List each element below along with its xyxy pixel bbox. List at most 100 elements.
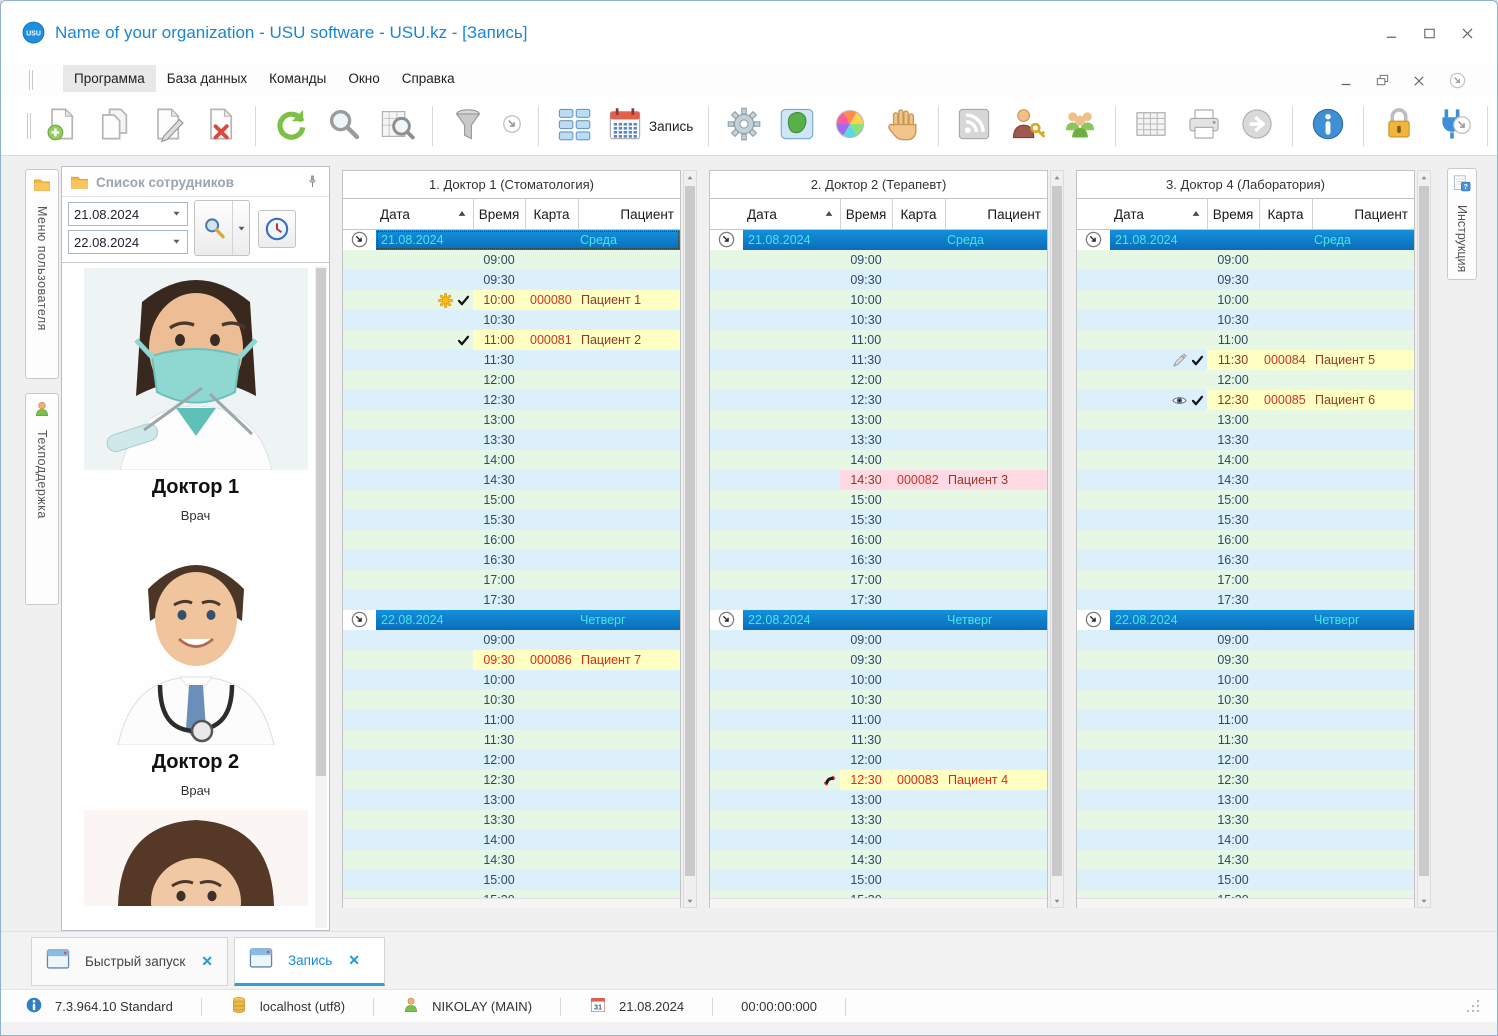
- employee-scrollbar[interactable]: [315, 266, 327, 928]
- sidebar-tab-user-menu[interactable]: Меню пользователя: [25, 169, 59, 379]
- time-slot-row[interactable]: 15:00: [343, 490, 680, 510]
- tab-quick-launch[interactable]: Быстрый запуск ✕: [31, 937, 228, 986]
- jump-circle-icon[interactable]: [351, 231, 368, 251]
- time-slot-row[interactable]: 11:30: [710, 350, 1047, 370]
- time-slot-row[interactable]: 13:00: [1077, 410, 1414, 430]
- time-slot-row[interactable]: 13:30: [1077, 430, 1414, 450]
- time-slot-row[interactable]: 11:30: [1077, 730, 1414, 750]
- scroll-down-icon[interactable]: [1051, 894, 1063, 907]
- time-slot-row[interactable]: 11:30: [343, 350, 680, 370]
- time-slot-row[interactable]: 09:00: [710, 250, 1047, 270]
- users-group-button[interactable]: [1058, 104, 1102, 148]
- resize-grip[interactable]: [1465, 998, 1481, 1017]
- time-slot-row[interactable]: 11:30: [343, 730, 680, 750]
- menubar-drag-handle[interactable]: [29, 70, 33, 90]
- time-slot-row[interactable]: 12:00: [710, 370, 1047, 390]
- date-row[interactable]: 21.08.2024Среда: [710, 230, 1047, 250]
- column-header-date[interactable]: Дата: [1114, 199, 1202, 229]
- tab-zapis[interactable]: Запись ✕: [234, 937, 385, 986]
- scroll-up-icon[interactable]: [1051, 171, 1063, 184]
- time-slot-row[interactable]: 13:00: [343, 410, 680, 430]
- tab-instruction[interactable]: ? Инструкция: [1447, 168, 1477, 280]
- time-slot-row[interactable]: 09:00: [343, 250, 680, 270]
- time-slot-row[interactable]: 15:00: [1077, 870, 1414, 890]
- time-slot-row[interactable]: 10:30: [710, 690, 1047, 710]
- time-slot-row[interactable]: 15:00: [1077, 490, 1414, 510]
- time-slot-row[interactable]: 11:00000081Пациент 2: [343, 330, 680, 350]
- time-slot-row[interactable]: 17:00: [710, 570, 1047, 590]
- column-header-patient[interactable]: Пациент: [1312, 199, 1408, 229]
- employee-card[interactable]: Доктор 2Врач: [62, 535, 329, 798]
- table-button[interactable]: [1129, 104, 1173, 148]
- time-slot-row[interactable]: 13:00: [710, 410, 1047, 430]
- world-map-button[interactable]: [775, 104, 819, 148]
- jump-circle-icon[interactable]: [718, 231, 735, 251]
- time-slot-row[interactable]: 16:00: [343, 530, 680, 550]
- printer-button[interactable]: [1182, 104, 1226, 148]
- time-slot-row[interactable]: 13:30: [343, 810, 680, 830]
- column-scrollbar[interactable]: [683, 170, 697, 908]
- time-slot-row[interactable]: 14:00: [710, 450, 1047, 470]
- time-slot-row[interactable]: 11:30: [710, 730, 1047, 750]
- scrollbar-thumb[interactable]: [316, 268, 326, 776]
- filter-button[interactable]: [446, 104, 490, 148]
- time-slot-row[interactable]: 13:30: [1077, 810, 1414, 830]
- copy-document-button[interactable]: [92, 104, 136, 148]
- time-slot-row[interactable]: 14:00: [1077, 830, 1414, 850]
- time-slot-row[interactable]: 11:00: [710, 330, 1047, 350]
- employee-search-button[interactable]: [194, 200, 250, 256]
- time-slot-row[interactable]: 10:00: [710, 670, 1047, 690]
- hand-button[interactable]: [881, 104, 925, 148]
- time-slot-row[interactable]: 10:00: [710, 290, 1047, 310]
- time-slot-row[interactable]: 11:00: [1077, 710, 1414, 730]
- time-slot-row[interactable]: 10:30: [1077, 310, 1414, 330]
- date-row[interactable]: 21.08.2024Среда: [1077, 230, 1414, 250]
- time-slot-row[interactable]: 16:00: [1077, 530, 1414, 550]
- scrollbar-thumb[interactable]: [1419, 186, 1429, 876]
- time-slot-row[interactable]: 11:00: [343, 710, 680, 730]
- column-header-patient[interactable]: Пациент: [578, 199, 674, 229]
- time-slot-row[interactable]: 14:00: [343, 450, 680, 470]
- edit-document-button[interactable]: [145, 104, 189, 148]
- time-slot-row[interactable]: 12:30: [1077, 770, 1414, 790]
- time-slot-row[interactable]: 10:00: [343, 670, 680, 690]
- time-slot-row[interactable]: 14:30: [343, 850, 680, 870]
- menu-item[interactable]: Команды: [258, 65, 337, 92]
- scrollbar-thumb[interactable]: [685, 186, 695, 876]
- time-slot-row[interactable]: 10:00: [1077, 290, 1414, 310]
- time-slot-row[interactable]: 14:30: [343, 470, 680, 490]
- time-slot-row[interactable]: 11:00: [1077, 330, 1414, 350]
- time-slot-row[interactable]: 12:00: [1077, 370, 1414, 390]
- time-slot-row[interactable]: 12:30: [710, 390, 1047, 410]
- column-scrollbar[interactable]: [1050, 170, 1064, 908]
- scroll-down-icon[interactable]: [684, 894, 696, 907]
- menu-item[interactable]: База данных: [156, 65, 258, 92]
- time-slot-row[interactable]: 17:00: [343, 570, 680, 590]
- time-slot-row[interactable]: 10:30: [710, 310, 1047, 330]
- time-slot-row[interactable]: 10:00000080Пациент 1: [343, 290, 680, 310]
- time-slot-row[interactable]: 17:00: [1077, 570, 1414, 590]
- time-slot-row[interactable]: 09:30: [1077, 650, 1414, 670]
- jump-circle-icon[interactable]: [351, 611, 368, 631]
- settings-gear-button[interactable]: [722, 104, 766, 148]
- maximize-button[interactable]: [1421, 25, 1437, 41]
- time-slot-row[interactable]: 15:30: [343, 890, 680, 898]
- time-slot-row[interactable]: 10:30: [1077, 690, 1414, 710]
- jump-circle-icon[interactable]: [1085, 231, 1102, 251]
- mdi-minimize-button[interactable]: [1339, 74, 1353, 93]
- collapse-circle-button[interactable]: [499, 114, 525, 138]
- time-slot-row[interactable]: 15:30: [1077, 510, 1414, 530]
- column-header-patient[interactable]: Пациент: [945, 199, 1041, 229]
- time-slot-row[interactable]: 14:00: [710, 830, 1047, 850]
- tiles-button[interactable]: [552, 104, 596, 148]
- add-document-button[interactable]: [39, 104, 83, 148]
- employee-card[interactable]: [62, 810, 329, 906]
- delete-document-button[interactable]: [198, 104, 242, 148]
- column-header-card[interactable]: Карта: [525, 199, 578, 229]
- time-slot-row[interactable]: 16:00: [710, 530, 1047, 550]
- forward-arrow-button[interactable]: [1235, 104, 1279, 148]
- tab-close-icon[interactable]: ✕: [201, 953, 213, 970]
- time-slot-row[interactable]: 15:30: [1077, 890, 1414, 898]
- time-slot-row[interactable]: 10:30: [343, 690, 680, 710]
- time-slot-row[interactable]: 16:30: [343, 550, 680, 570]
